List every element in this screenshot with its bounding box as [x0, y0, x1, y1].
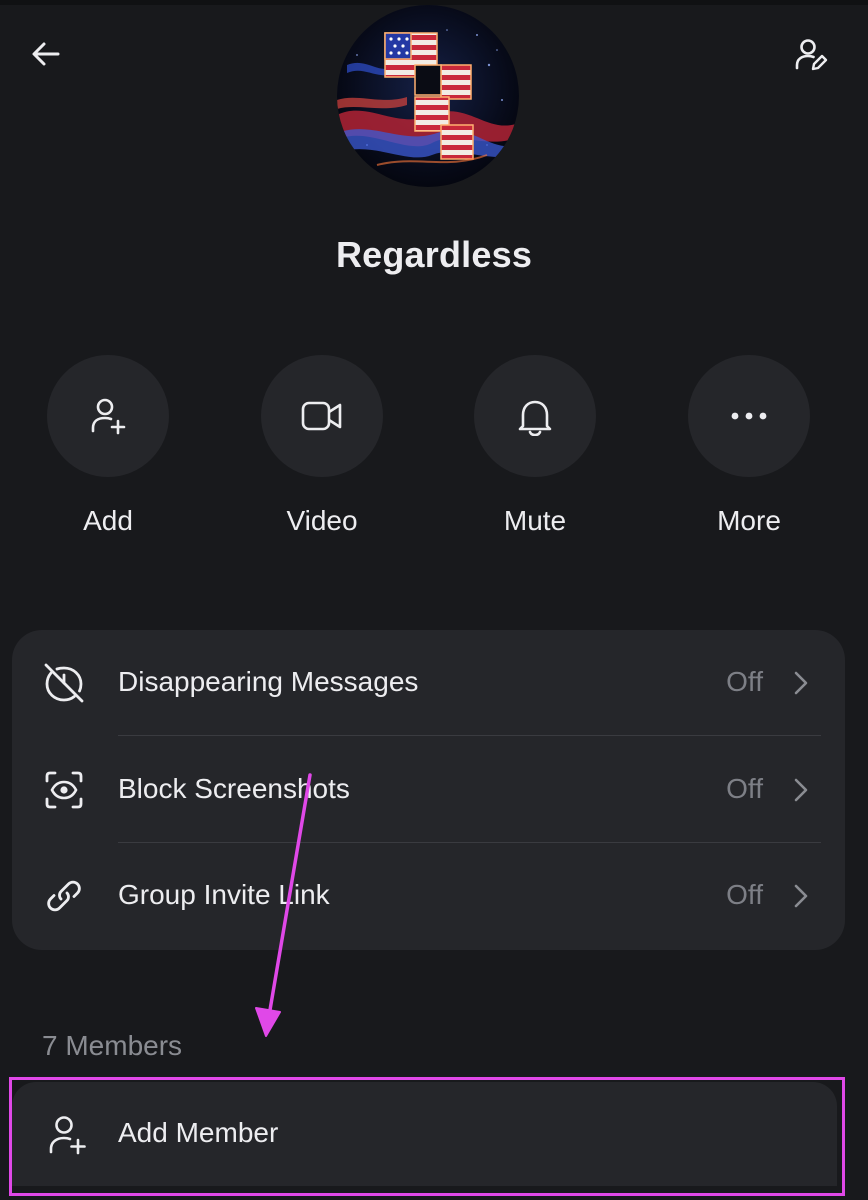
user-plus-icon — [91, 398, 126, 435]
disappearing-messages-label: Disappearing Messages — [118, 666, 419, 697]
bell-icon — [518, 400, 552, 436]
video-action-button[interactable]: Video — [260, 355, 384, 537]
group-invite-link-value: Off — [726, 879, 763, 910]
video-action-circle[interactable] — [261, 355, 383, 477]
screenshot-eye-icon — [45, 771, 83, 809]
chevron-right-icon — [794, 778, 808, 802]
block-screenshots-label: Block Screenshots — [118, 773, 350, 804]
link-icon — [47, 880, 81, 912]
back-button[interactable] — [22, 30, 70, 78]
arrow-left-icon — [32, 42, 60, 66]
video-camera-icon — [301, 401, 342, 431]
edit-group-button[interactable] — [786, 30, 836, 80]
group-invite-link-row[interactable]: Group Invite Link Off — [12, 843, 845, 949]
mute-action-label: Mute — [503, 505, 567, 536]
mute-action-circle[interactable] — [474, 355, 596, 477]
group-invite-link-label: Group Invite Link — [118, 879, 330, 910]
group-avatar[interactable] — [337, 5, 519, 187]
disappearing-messages-row[interactable]: Disappearing Messages Off — [12, 630, 845, 736]
timer-off-icon — [44, 663, 84, 703]
members-count: 7 Members — [42, 1030, 183, 1061]
add-member-label: Add Member — [118, 1117, 279, 1148]
chevron-right-icon — [794, 884, 808, 908]
more-horizontal-icon — [731, 412, 767, 420]
block-screenshots-value: Off — [726, 773, 763, 804]
settings-divider — [118, 735, 821, 736]
mute-action-button[interactable]: Mute — [473, 355, 597, 537]
more-action-circle[interactable] — [688, 355, 810, 477]
block-screenshots-row[interactable]: Block Screenshots Off — [12, 737, 845, 843]
user-edit-icon — [795, 39, 828, 71]
chevron-right-icon — [794, 671, 808, 695]
add-action-label: Add — [83, 505, 133, 536]
group-name: Regardless — [335, 234, 533, 275]
group-settings-card: Disappearing Messages Off Block Screensh… — [12, 630, 845, 950]
more-action-button[interactable]: More — [687, 355, 811, 537]
disappearing-messages-value: Off — [726, 666, 763, 697]
video-action-label: Video — [286, 505, 358, 536]
add-action-circle[interactable] — [47, 355, 169, 477]
add-member-button[interactable]: Add Member — [12, 1082, 837, 1186]
add-action-button[interactable]: Add — [46, 355, 170, 537]
user-plus-icon — [49, 1116, 86, 1155]
american-flag-letter-f-avatar — [337, 5, 519, 187]
more-action-label: More — [717, 505, 781, 536]
